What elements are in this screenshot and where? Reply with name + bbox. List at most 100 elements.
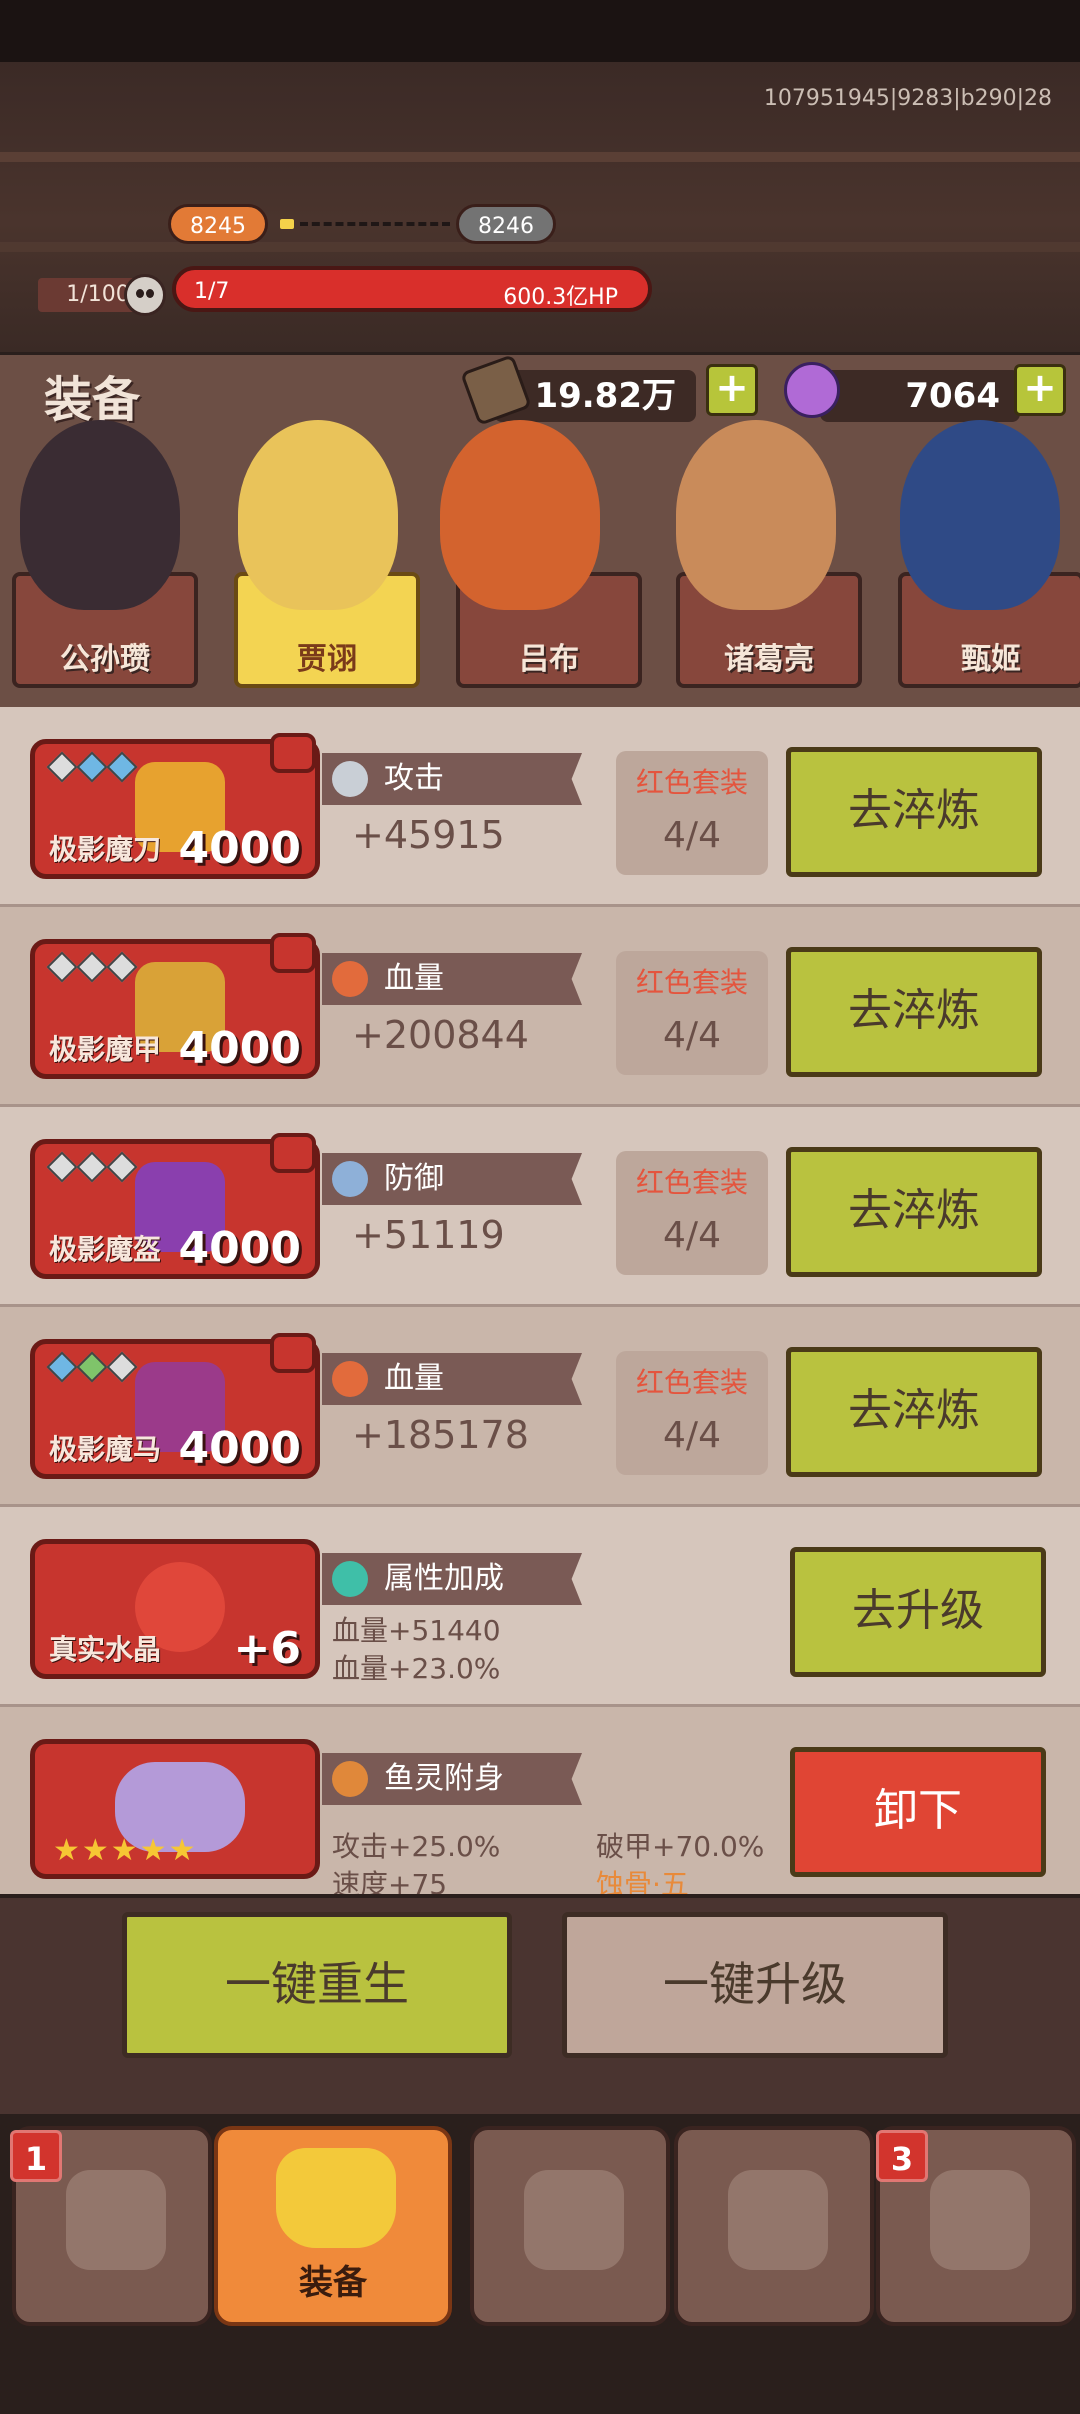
- refine-button[interactable]: 去淬炼: [786, 947, 1042, 1077]
- fish-row: ★★★★★ 鱼灵附身 攻击+25.0% 速度+75 破甲+70.0% 蚀骨·五 …: [0, 1707, 1080, 1894]
- notification-badge: 3: [876, 2130, 928, 2182]
- armor-badge-icon: [270, 733, 316, 773]
- refine-button[interactable]: 去淬炼: [786, 1347, 1042, 1477]
- crystal-name: 真实水晶: [49, 1633, 162, 1666]
- hero-portrait: [676, 420, 836, 610]
- armor-tab-icon: [276, 2148, 396, 2248]
- star-rating: ★★★★★: [53, 1833, 198, 1868]
- set-info: 红色套装 4/4: [616, 951, 768, 1075]
- set-info: 红色套装 4/4: [616, 1151, 768, 1275]
- hero-name: 吕布: [519, 642, 579, 677]
- equipment-row: 极影魔甲 4000 血量 +200844 红色套装 4/4 去淬炼: [0, 907, 1080, 1107]
- fish-stat-line: 攻击+25.0%: [332, 1830, 501, 1863]
- rebirth-all-button[interactable]: 一键重生: [122, 1912, 512, 2058]
- boss-hp-bar: 1/7 600.3亿HP: [172, 266, 652, 312]
- crystal-row: 真实水晶 +6 属性加成 血量+51440 血量+23.0% 去升级: [0, 1507, 1080, 1707]
- hero-name: 贾诩: [297, 642, 357, 677]
- add-gems-button[interactable]: +: [1014, 364, 1066, 416]
- tab-forge[interactable]: [470, 2126, 670, 2326]
- tab-equipment[interactable]: 装备: [214, 2126, 452, 2326]
- equipment-name: 极影魔刀: [49, 833, 162, 866]
- blood-icon: [332, 961, 368, 997]
- armor-badge-icon: [270, 1133, 316, 1173]
- boss-progress-text: 1/7: [194, 279, 230, 304]
- boss-hp-text: 600.3亿HP: [503, 285, 618, 310]
- set-count: 4/4: [663, 815, 721, 856]
- gem-icon: [784, 362, 840, 418]
- hero-portrait: [900, 420, 1060, 610]
- tab-label: 装备: [299, 2263, 367, 2303]
- upgrade-button[interactable]: 去升级: [790, 1547, 1046, 1677]
- hero-tab-icon: [66, 2170, 166, 2270]
- crystal-icon-card[interactable]: 真实水晶 +6: [30, 1539, 320, 1679]
- hero-name: 甄姬: [961, 642, 1021, 677]
- equipment-row: 极影魔盔 4000 防御 +51119 红色套装 4/4 去淬炼: [0, 1107, 1080, 1307]
- notification-badge: 1: [10, 2130, 62, 2182]
- equipment-list[interactable]: 极影魔刀 4000 攻击 +45915 红色套装 4/4 去淬炼 极影魔甲 40…: [0, 707, 1080, 1894]
- gem-slots: [46, 1351, 141, 1383]
- progress-dot: [280, 219, 294, 229]
- hero-portrait: [238, 420, 398, 610]
- fish-icon-card[interactable]: ★★★★★: [30, 1739, 320, 1879]
- next-level-badge: 8246: [456, 204, 556, 244]
- tab-chest[interactable]: [674, 2126, 874, 2326]
- upgrade-all-button[interactable]: 一键升级: [562, 1912, 948, 2058]
- scroll-tab-icon: [930, 2170, 1030, 2270]
- crystal-level: +6: [233, 1623, 301, 1674]
- equipment-name: 极影魔盔: [49, 1233, 162, 1266]
- set-label: 红色套装: [635, 766, 748, 799]
- set-label: 红色套装: [635, 1366, 748, 1399]
- set-count: 4/4: [663, 1015, 721, 1056]
- hero-portrait: [440, 420, 600, 610]
- equipment-row: 极影魔马 4000 血量 +185178 红色套装 4/4 去淬炼: [0, 1307, 1080, 1507]
- stat-value: +185178: [352, 1413, 529, 1457]
- set-label: 红色套装: [635, 966, 748, 999]
- hero-portrait: [20, 420, 180, 610]
- refine-button[interactable]: 去淬炼: [786, 1147, 1042, 1277]
- set-label: 红色套装: [635, 1166, 748, 1199]
- gem-slots: [46, 951, 141, 983]
- current-level-badge: 8245: [168, 204, 268, 244]
- add-coins-button[interactable]: +: [706, 364, 758, 416]
- refine-button[interactable]: 去淬炼: [786, 747, 1042, 877]
- gem-slots: [46, 751, 141, 783]
- equipment-level: 4000: [178, 823, 301, 874]
- forge-tab-icon: [524, 2170, 624, 2270]
- equipment-level: 4000: [178, 1423, 301, 1474]
- unequip-button[interactable]: 卸下: [790, 1747, 1046, 1877]
- sword-icon: [332, 761, 368, 797]
- hero-name: 诸葛亮: [724, 642, 814, 677]
- fish-spirit-icon: [332, 1761, 368, 1797]
- gem-slots: [46, 1151, 141, 1183]
- crystal-stat-line: 血量+51440: [332, 1614, 501, 1647]
- equipment-level: 4000: [178, 1023, 301, 1074]
- stat-value: +200844: [352, 1013, 529, 1057]
- hero-name: 公孙瓒: [60, 642, 150, 677]
- scene-beam: [0, 152, 1080, 162]
- stat-value: +51119: [352, 1213, 505, 1257]
- armor-badge-icon: [270, 933, 316, 973]
- gem-counter: 7064: [820, 370, 1020, 422]
- equipment-name: 极影魔马: [49, 1433, 162, 1466]
- status-bar: [0, 0, 1080, 62]
- equipment-row: 极影魔刀 4000 攻击 +45915 红色套装 4/4 去淬炼: [0, 707, 1080, 907]
- stat-value: +45915: [352, 813, 505, 857]
- crystal-stat-line: 血量+23.0%: [332, 1652, 501, 1685]
- progress-dashes: [300, 222, 450, 226]
- fish-stat-line: 破甲+70.0%: [596, 1830, 765, 1863]
- set-count: 4/4: [663, 1415, 721, 1456]
- skull-icon: [124, 274, 166, 316]
- armor-badge-icon: [270, 1333, 316, 1373]
- set-info: 红色套装 4/4: [616, 751, 768, 875]
- blood-icon: [332, 1361, 368, 1397]
- equipment-level: 4000: [178, 1223, 301, 1274]
- bonus-icon: [332, 1561, 368, 1597]
- shield-icon: [332, 1161, 368, 1197]
- set-info: 红色套装 4/4: [616, 1351, 768, 1475]
- chest-tab-icon: [728, 2170, 828, 2270]
- fish-stat-line: 蚀骨·五: [596, 1868, 689, 1894]
- equipment-name: 极影魔甲: [49, 1033, 162, 1066]
- debug-id: 107951945|9283|b290|28: [763, 86, 1052, 111]
- fish-stat-line: 速度+75: [332, 1868, 448, 1894]
- set-count: 4/4: [663, 1215, 721, 1256]
